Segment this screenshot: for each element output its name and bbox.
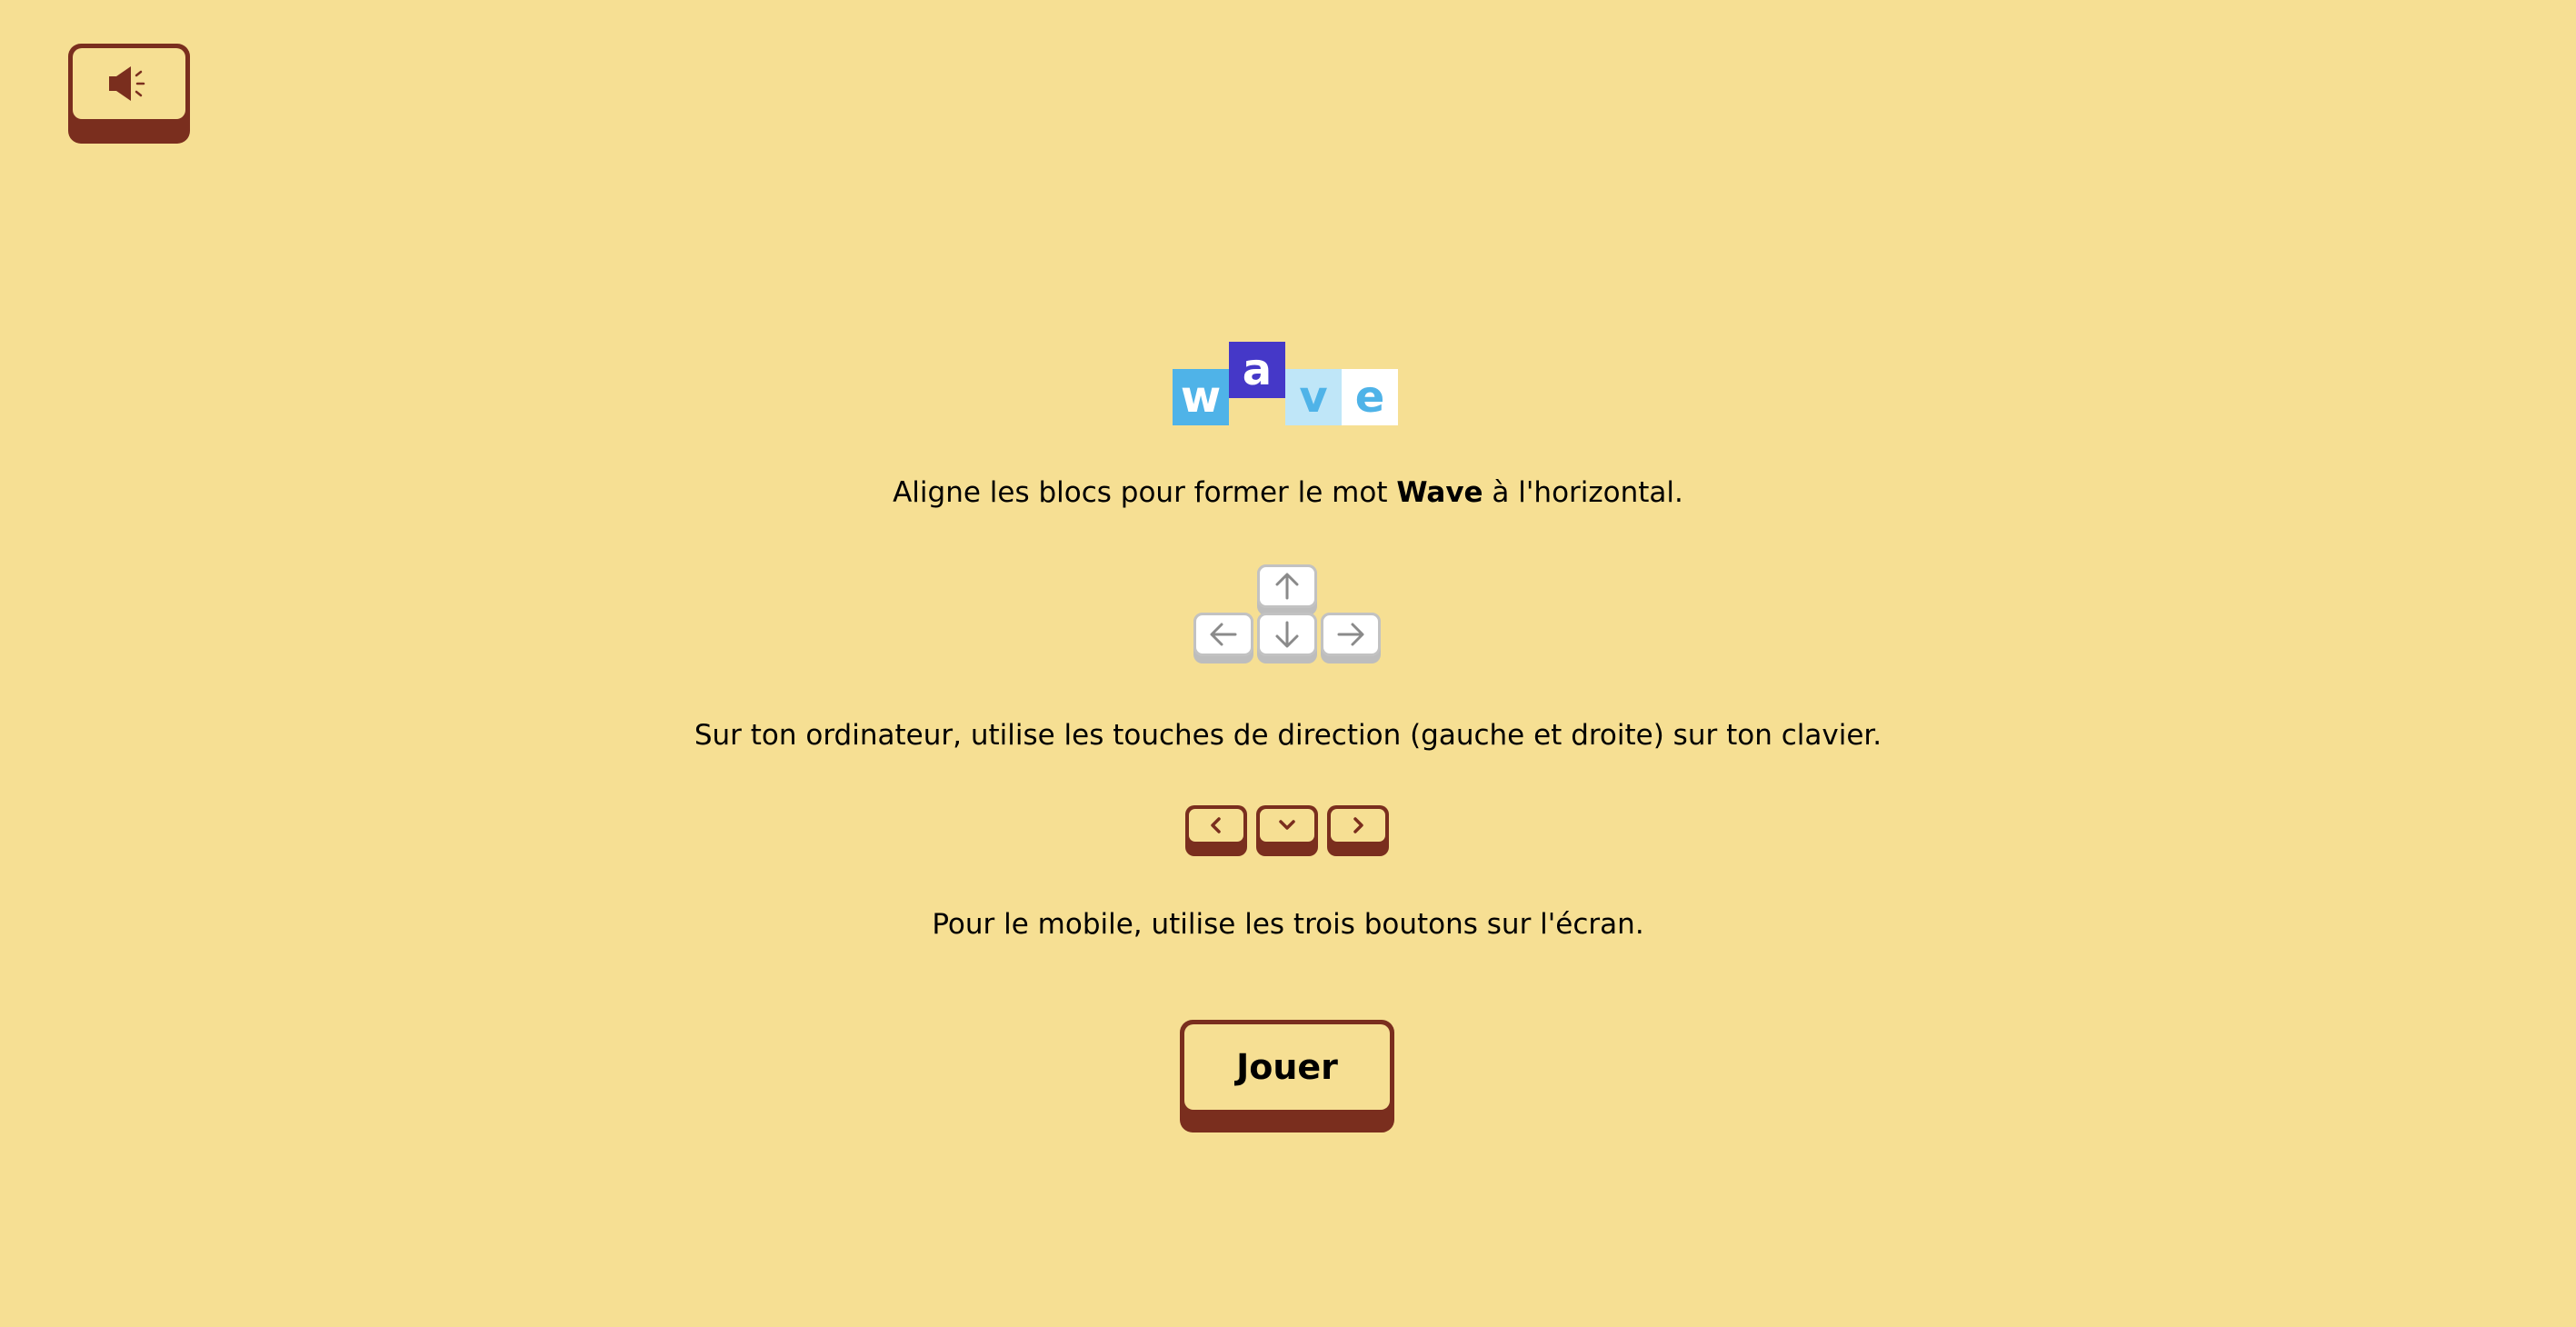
target-word: Wave [1396, 476, 1483, 509]
arrow-left-icon [1210, 623, 1237, 646]
arrow-up-icon [1275, 573, 1299, 600]
sound-button[interactable] [68, 44, 190, 144]
mobile-right-button[interactable] [1327, 805, 1389, 856]
arrow-right-icon [1337, 623, 1364, 646]
logo-letter-v: v [1299, 372, 1328, 423]
mobile-left-button[interactable] [1185, 805, 1247, 856]
game-logo: w a v e [1173, 342, 1400, 427]
chevron-right-icon [1353, 817, 1363, 833]
instruction-objective: Aligne les blocs pour former le mot Wave… [0, 474, 2576, 511]
instruction-objective-suffix: à l'horizontal. [1483, 476, 1683, 509]
key-right [1321, 613, 1381, 664]
chevron-down-icon [1279, 820, 1295, 830]
logo-letter-w: w [1180, 372, 1222, 423]
logo-tile-e: e [1342, 369, 1398, 425]
play-button-label: Jouer [1184, 1024, 1390, 1110]
logo-letter-e: e [1354, 372, 1385, 423]
instruction-objective-prefix: Aligne les blocs pour former le mot [893, 476, 1397, 509]
arrow-down-icon [1275, 621, 1299, 648]
instruction-desktop: Sur ton ordinateur, utilise les touches … [694, 719, 1882, 752]
chevron-left-icon [1211, 817, 1221, 833]
instruction-mobile: Pour le mobile, utilise les trois bouton… [932, 908, 1644, 941]
key-left [1193, 613, 1253, 664]
logo-tile-v: v [1285, 369, 1342, 425]
play-button[interactable]: Jouer [1180, 1020, 1394, 1132]
logo-letter-a: a [1242, 344, 1273, 395]
key-up [1257, 564, 1317, 615]
key-down [1257, 613, 1317, 664]
logo-tile-a: a [1229, 342, 1285, 398]
logo-tile-w: w [1173, 369, 1229, 425]
mobile-down-button[interactable] [1256, 805, 1318, 856]
sound-button-face [73, 48, 185, 119]
speaker-icon [109, 66, 145, 101]
